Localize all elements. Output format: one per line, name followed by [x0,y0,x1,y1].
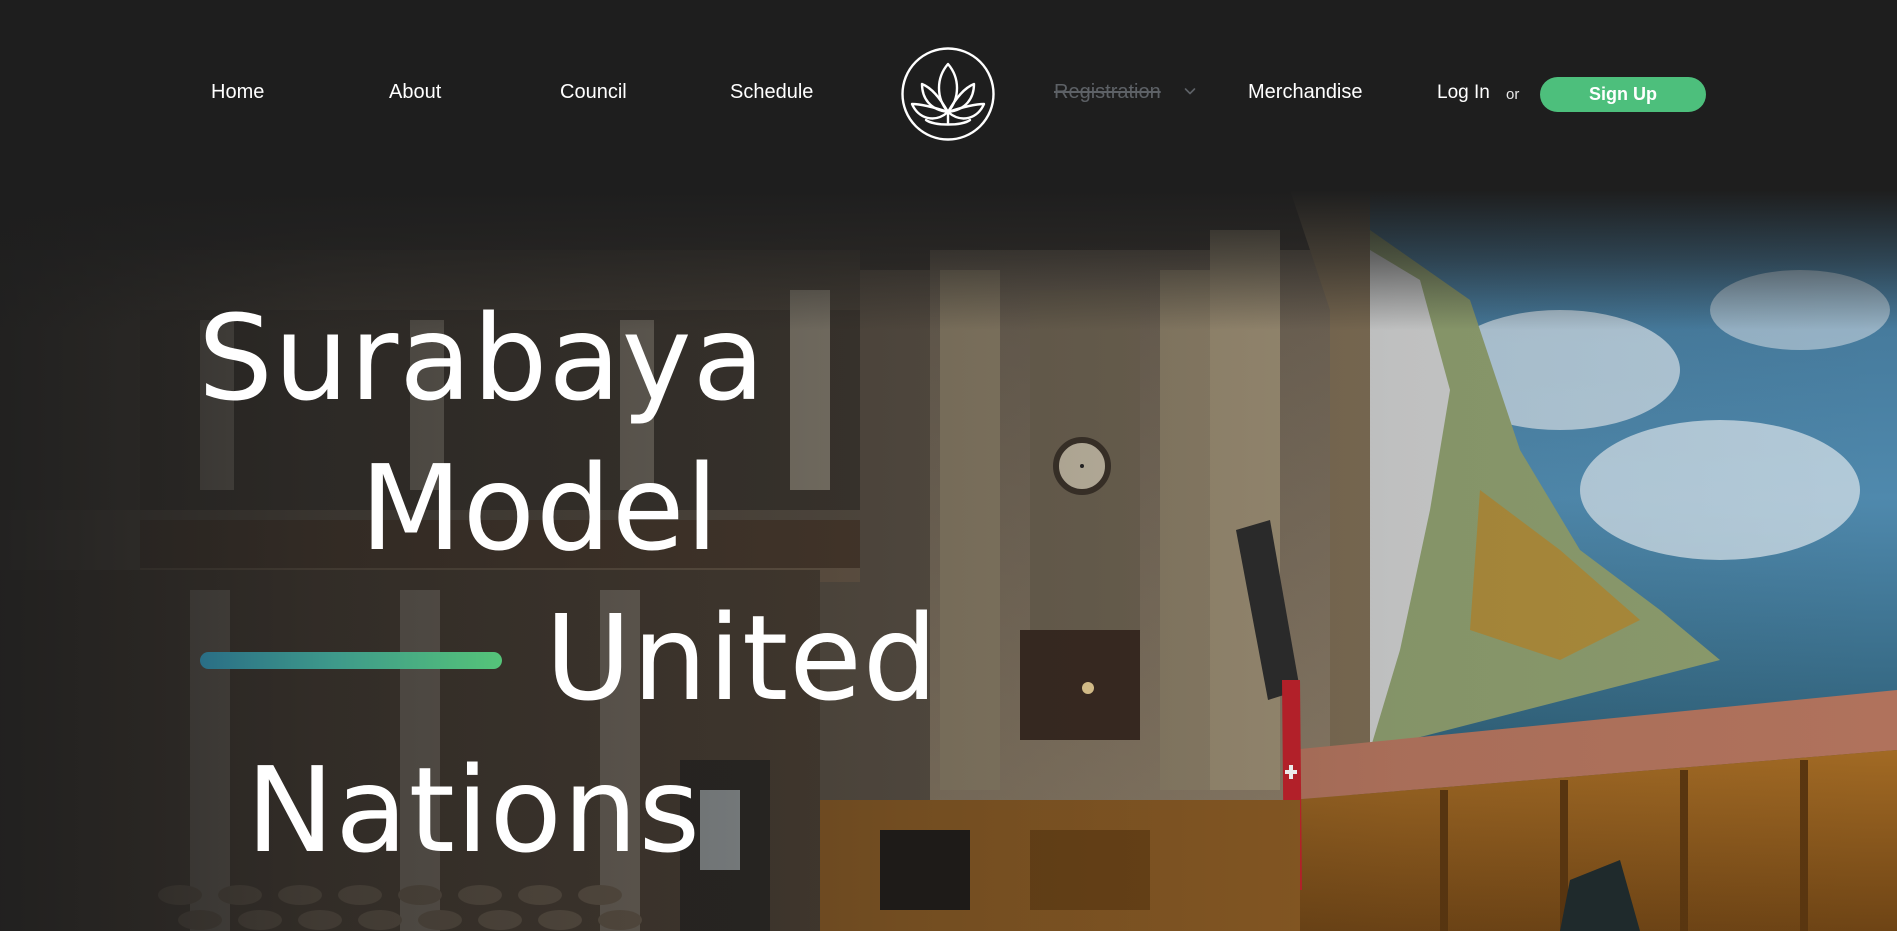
signup-button[interactable]: Sign Up [1540,77,1706,112]
nav-schedule-link[interactable]: Schedule [730,80,813,104]
hero-accent-bar [200,652,502,669]
nav-council-link[interactable]: Council [560,80,627,104]
hero-title-word-4: Nations [246,741,702,879]
hero-title-word-1: Surabaya [198,289,766,427]
nav-home-link[interactable]: Home [211,80,264,104]
login-link[interactable]: Log In [1437,82,1490,104]
hero-title-word-3: United [545,589,939,727]
lotus-logo-icon[interactable] [900,46,996,142]
chevron-down-icon[interactable] [1182,83,1198,99]
or-separator: or [1506,86,1520,103]
nav-merchandise-link[interactable]: Merchandise [1248,80,1363,104]
hero-section: Surabaya Model United Nations [0,190,1897,931]
nav-about-link[interactable]: About [389,80,441,104]
site-header: Home About Council Schedule Registration… [0,0,1897,190]
hero-title-word-2: Model [360,439,720,577]
nav-registration-link[interactable]: Registration [1054,80,1161,104]
